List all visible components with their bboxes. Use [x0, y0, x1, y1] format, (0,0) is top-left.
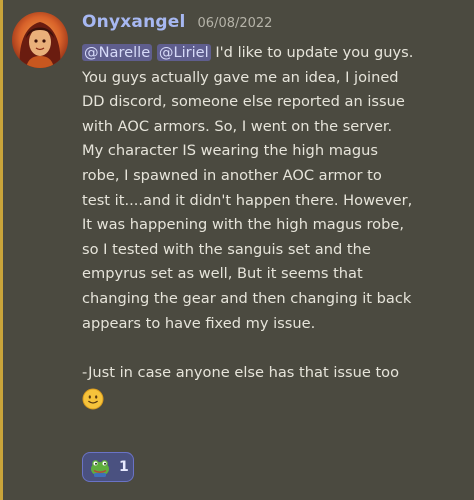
frog-emoji-icon: [89, 456, 111, 478]
message-text-line: You guys actually gave me an idea, I joi…: [82, 68, 399, 86]
closing-text: -Just in case anyone else has that issue…: [82, 363, 400, 381]
mention-narelle[interactable]: @Narelle: [82, 44, 153, 61]
message-text-line: I'd like to update you guys.: [210, 44, 414, 61]
message-text-line: empyrus set as well, But it seems that: [82, 265, 363, 283]
mention-liriel[interactable]: @Liriel: [156, 44, 211, 61]
avatar[interactable]: [12, 12, 68, 68]
highlight-bar: [0, 0, 3, 500]
message-content: @Narelle @Liriel I'd like to update you …: [82, 41, 464, 417]
message-paragraph: @Narelle @Liriel I'd like to update you …: [82, 41, 464, 336]
message-header: Onyxangel 06/08/2022: [82, 12, 272, 32]
message-text-line: robe, I spawned in another AOC armor to: [82, 166, 382, 184]
message-paragraph: -Just in case anyone else has that issue…: [82, 361, 464, 386]
author-name[interactable]: Onyxangel: [82, 12, 186, 32]
message-text-line: My character IS wearing the high magus: [82, 142, 378, 160]
message-text-line: changing the gear and then changing it b…: [82, 289, 412, 307]
reaction-count: 1: [119, 459, 129, 475]
message-text-line: so I tested with the sanguis set and the: [82, 240, 371, 258]
message-timestamp: 06/08/2022: [197, 16, 273, 31]
message-text-line: test it....and it didn't happen there. H…: [82, 191, 413, 209]
message-text-line: DD discord, someone else reported an iss…: [82, 93, 405, 111]
message-text-line: It was happening with the high magus rob…: [82, 216, 404, 234]
message-text-line: appears to have fixed my issue.: [82, 314, 316, 332]
emoji-line: [82, 387, 464, 417]
slightly-smiling-face-icon: [82, 388, 104, 410]
message-text-line: with AOC armors. So, I went on the serve…: [82, 117, 393, 135]
reaction-button[interactable]: 1: [82, 452, 134, 482]
chat-message: Onyxangel 06/08/2022 @Narelle @Liriel I'…: [0, 0, 474, 500]
